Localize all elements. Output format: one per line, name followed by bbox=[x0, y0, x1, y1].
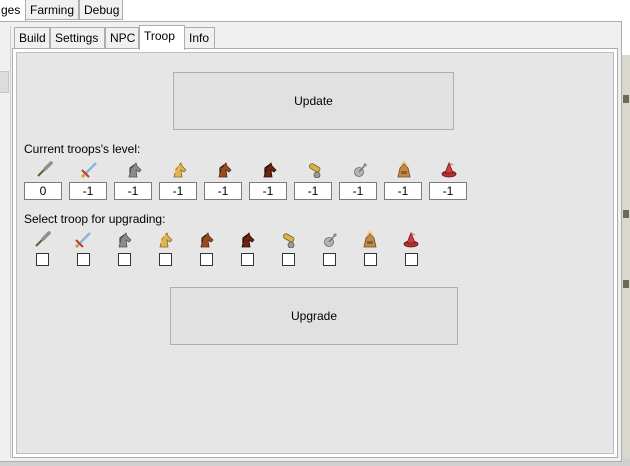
tab-ges[interactable]: ges bbox=[0, 0, 26, 22]
upgrade-checkbox-2[interactable] bbox=[77, 253, 90, 266]
upgrade-checkbox-3[interactable] bbox=[118, 253, 131, 266]
sword-icon bbox=[72, 230, 94, 248]
chief-icon bbox=[359, 230, 381, 248]
upgrade-checkbox-5[interactable] bbox=[200, 253, 213, 266]
sword-icon bbox=[78, 160, 100, 178]
upgrade-checkbox-7[interactable] bbox=[282, 253, 295, 266]
level-box-7[interactable]: -1 bbox=[294, 182, 332, 200]
left-panel-item[interactable] bbox=[0, 71, 9, 93]
level-box-9[interactable]: -1 bbox=[384, 182, 422, 200]
brown-horse-icon bbox=[213, 160, 235, 178]
tab-build[interactable]: Build bbox=[14, 27, 50, 49]
ram-icon bbox=[303, 160, 325, 179]
level-box-6[interactable]: -1 bbox=[249, 182, 287, 200]
upgrade-checkbox-8[interactable] bbox=[323, 253, 336, 266]
catapult-icon bbox=[318, 230, 340, 248]
upgrade-checkbox-1[interactable] bbox=[36, 253, 49, 266]
brown-horse-icon bbox=[195, 230, 217, 248]
update-button[interactable]: Update bbox=[173, 72, 454, 130]
dark-horse-icon bbox=[236, 230, 258, 248]
upgrade-button[interactable]: Upgrade bbox=[170, 287, 458, 345]
ram-icon bbox=[277, 230, 299, 249]
settler-icon bbox=[400, 230, 422, 248]
tab-debug[interactable]: Debug bbox=[79, 0, 123, 20]
grey-horse-icon bbox=[113, 230, 135, 248]
current-levels-label: Current troops's level: bbox=[24, 142, 141, 156]
upgrade-checkbox-6[interactable] bbox=[241, 253, 254, 266]
tab-npc[interactable]: NPC bbox=[105, 27, 139, 49]
tab-info[interactable]: Info bbox=[184, 27, 215, 49]
catapult-icon bbox=[348, 160, 370, 178]
settler-icon bbox=[438, 160, 460, 178]
club-icon bbox=[33, 160, 55, 178]
chief-icon bbox=[393, 160, 415, 178]
level-box-10[interactable]: -1 bbox=[429, 182, 467, 200]
level-box-3[interactable]: -1 bbox=[114, 182, 152, 200]
left-splitter bbox=[0, 26, 11, 458]
club-icon bbox=[31, 230, 53, 248]
level-box-1[interactable]: 0 bbox=[24, 182, 62, 200]
upgrade-checkbox-9[interactable] bbox=[364, 253, 377, 266]
dark-horse-icon bbox=[258, 160, 280, 178]
tan-horse-icon bbox=[154, 230, 176, 248]
tan-horse-icon bbox=[168, 160, 190, 178]
level-box-4[interactable]: -1 bbox=[159, 182, 197, 200]
select-troop-label: Select troop for upgrading: bbox=[24, 212, 166, 226]
upgrade-checkbox-10[interactable] bbox=[405, 253, 418, 266]
tab-farming[interactable]: Farming bbox=[25, 0, 79, 20]
level-box-8[interactable]: -1 bbox=[339, 182, 377, 200]
upgrade-checkbox-4[interactable] bbox=[159, 253, 172, 266]
level-box-2[interactable]: -1 bbox=[69, 182, 107, 200]
tab-troop[interactable]: Troop bbox=[139, 25, 185, 50]
level-box-5[interactable]: -1 bbox=[204, 182, 242, 200]
grey-horse-icon bbox=[123, 160, 145, 178]
tab-settings[interactable]: Settings bbox=[50, 27, 105, 49]
background-window-edge bbox=[622, 55, 630, 462]
